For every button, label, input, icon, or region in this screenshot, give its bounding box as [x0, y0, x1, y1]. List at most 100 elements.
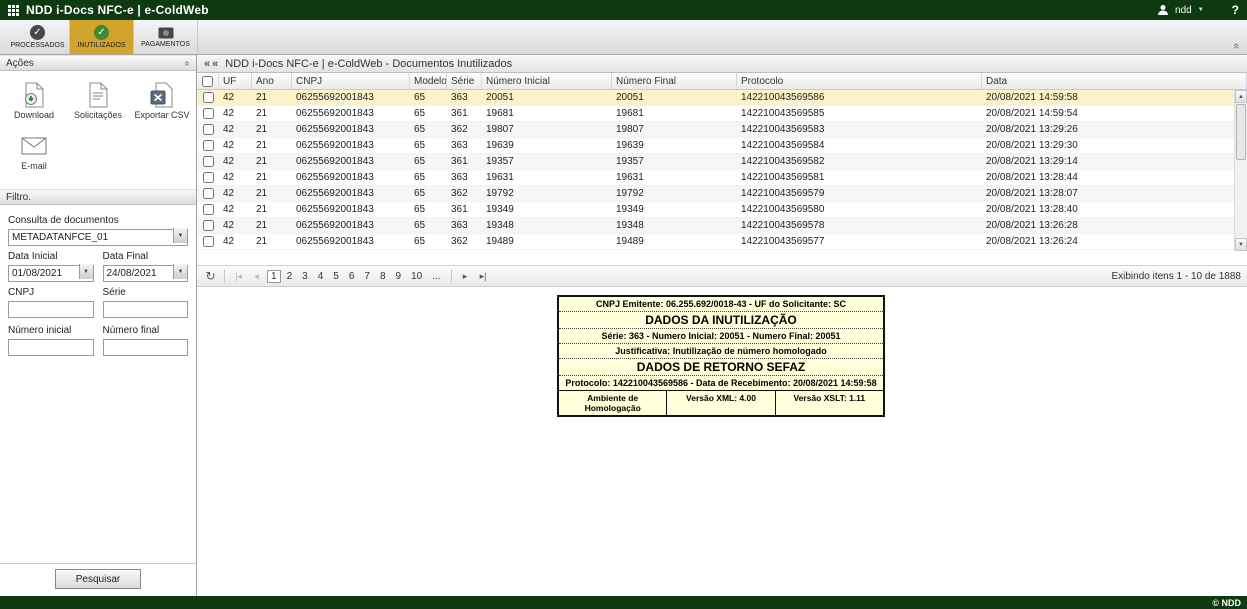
actions-toolbar: Download Solicitações: [0, 71, 196, 189]
column-header-numero-inicial[interactable]: Número Inicial: [482, 73, 612, 89]
cell-modelo: 65: [410, 218, 447, 233]
data-final-picker[interactable]: ▼: [103, 263, 189, 280]
row-checkbox[interactable]: [203, 220, 214, 231]
table-row[interactable]: 4221062556920018436536320051200511422100…: [197, 90, 1234, 106]
page-number[interactable]: 10: [407, 270, 426, 283]
page-list: 12345678910...: [267, 270, 445, 283]
serie-input[interactable]: [103, 301, 189, 318]
table-body: 4221062556920018436536320051200511422100…: [197, 90, 1234, 250]
refresh-icon[interactable]: ↻: [203, 268, 218, 284]
row-checkbox[interactable]: [203, 156, 214, 167]
row-checkbox-cell: [197, 186, 219, 201]
preview-section2-title: DADOS DE RETORNO SEFAZ: [559, 359, 883, 376]
cell-data: 20/08/2021 13:28:07: [982, 186, 1234, 201]
column-header-protocolo[interactable]: Protocolo: [737, 73, 982, 89]
table-row[interactable]: 4221062556920018436536219807198071422100…: [197, 122, 1234, 138]
chevron-down-icon[interactable]: ▼: [1198, 7, 1204, 13]
row-checkbox[interactable]: [203, 140, 214, 151]
table-row[interactable]: 4221062556920018436536319639196391422100…: [197, 138, 1234, 154]
page-number[interactable]: 9: [392, 270, 406, 283]
cnpj-input[interactable]: [8, 301, 94, 318]
table-row[interactable]: 4221062556920018436536119349193491422100…: [197, 202, 1234, 218]
download-button[interactable]: Download: [2, 81, 66, 120]
row-checkbox[interactable]: [203, 204, 214, 215]
row-checkbox-cell: [197, 154, 219, 169]
table-row[interactable]: 4221062556920018436536119681196811422100…: [197, 106, 1234, 122]
numero-final-input[interactable]: [103, 339, 189, 356]
user-menu[interactable]: ndd: [1175, 5, 1192, 16]
page-number[interactable]: 4: [314, 270, 328, 283]
row-checkbox[interactable]: [203, 188, 214, 199]
column-header-numero-final[interactable]: Número Final: [612, 73, 737, 89]
tab-pagamentos[interactable]: PAGAMENTOS: [134, 20, 198, 54]
cell-numero-final: 19639: [612, 138, 737, 153]
table-row[interactable]: 4221062556920018436536219792197921422100…: [197, 186, 1234, 202]
tab-label: PROCESSADOS: [10, 42, 64, 49]
column-header-cnpj[interactable]: CNPJ: [292, 73, 410, 89]
page-number[interactable]: 7: [360, 270, 374, 283]
chevron-down-icon[interactable]: ▼: [79, 264, 93, 279]
cell-data: 20/08/2021 13:28:40: [982, 202, 1234, 217]
table-row[interactable]: 4221062556920018436536319631196311422100…: [197, 170, 1234, 186]
select-all-checkbox[interactable]: [202, 76, 213, 87]
page-number[interactable]: 3: [298, 270, 312, 283]
pesquisar-button[interactable]: Pesquisar: [55, 569, 141, 589]
last-page-button[interactable]: ▸|: [476, 268, 491, 284]
data-inicial-picker[interactable]: ▼: [8, 263, 94, 280]
table-row[interactable]: 4221062556920018436536119357193571422100…: [197, 154, 1234, 170]
scrollbar-thumb[interactable]: [1236, 104, 1246, 160]
solicitacoes-button[interactable]: Solicitações: [66, 81, 130, 120]
cell-modelo: 65: [410, 186, 447, 201]
row-checkbox[interactable]: [203, 236, 214, 247]
cell-serie: 361: [447, 202, 482, 217]
page-number[interactable]: 6: [345, 270, 359, 283]
processados-check-icon: ✓: [30, 25, 45, 40]
column-header-data[interactable]: Data: [982, 73, 1247, 89]
table-row[interactable]: 4221062556920018436536319348193481422100…: [197, 218, 1234, 234]
column-header-ano[interactable]: Ano: [252, 73, 292, 89]
collapse-panel-icon[interactable]: «: [183, 60, 192, 66]
document-preview: CNPJ Emitente: 06.255.692/0018-43 - UF d…: [557, 295, 885, 417]
cell-protocolo: 142210043569582: [737, 154, 982, 169]
help-button[interactable]: ?: [1232, 3, 1239, 17]
cell-ano: 21: [252, 186, 292, 201]
tab-label: PAGAMENTOS: [141, 41, 190, 48]
collapse-ribbon-icon[interactable]: «: [1231, 43, 1241, 49]
page-number[interactable]: 2: [283, 270, 297, 283]
consulta-input[interactable]: [8, 229, 188, 246]
apps-grid-icon[interactable]: [8, 5, 19, 16]
page-number[interactable]: 1: [267, 270, 281, 283]
tab-inutilizados[interactable]: ✓ INUTILIZADOS: [70, 20, 134, 54]
vertical-scrollbar[interactable]: ▲ ▼: [1234, 90, 1247, 251]
numero-inicial-input[interactable]: [8, 339, 94, 356]
first-page-button[interactable]: |◂: [231, 268, 246, 284]
row-checkbox-cell: [197, 234, 219, 249]
tab-processados[interactable]: ✓ PROCESSADOS: [6, 20, 70, 54]
row-checkbox[interactable]: [203, 108, 214, 119]
column-header-serie[interactable]: Série: [447, 73, 482, 89]
scroll-down-icon[interactable]: ▼: [1235, 238, 1247, 251]
row-checkbox[interactable]: [203, 172, 214, 183]
cell-cnpj: 06255692001843: [292, 234, 410, 249]
cell-serie: 363: [447, 218, 482, 233]
chevron-down-icon[interactable]: ▼: [173, 228, 187, 243]
cell-protocolo: 142210043569581: [737, 170, 982, 185]
consulta-select[interactable]: ▼: [8, 227, 188, 244]
email-button[interactable]: E-mail: [2, 132, 66, 171]
collapse-sidebar-icon[interactable]: «: [204, 58, 210, 70]
next-page-button[interactable]: ▸: [458, 268, 473, 284]
cell-modelo: 65: [410, 202, 447, 217]
prev-page-button[interactable]: ◂: [249, 268, 264, 284]
table-row[interactable]: 4221062556920018436536219489194891422100…: [197, 234, 1234, 250]
page-number[interactable]: 5: [329, 270, 343, 283]
column-header-modelo[interactable]: Modelo: [410, 73, 447, 89]
row-checkbox[interactable]: [203, 92, 214, 103]
chevron-down-icon[interactable]: ▼: [173, 264, 187, 279]
column-header-uf[interactable]: UF: [219, 73, 252, 89]
scroll-up-icon[interactable]: ▲: [1235, 90, 1247, 103]
collapse-sidebar-icon[interactable]: «: [212, 58, 218, 70]
cell-protocolo: 142210043569578: [737, 218, 982, 233]
page-number[interactable]: 8: [376, 270, 390, 283]
row-checkbox[interactable]: [203, 124, 214, 135]
exportar-csv-button[interactable]: Exportar CSV: [130, 81, 194, 120]
